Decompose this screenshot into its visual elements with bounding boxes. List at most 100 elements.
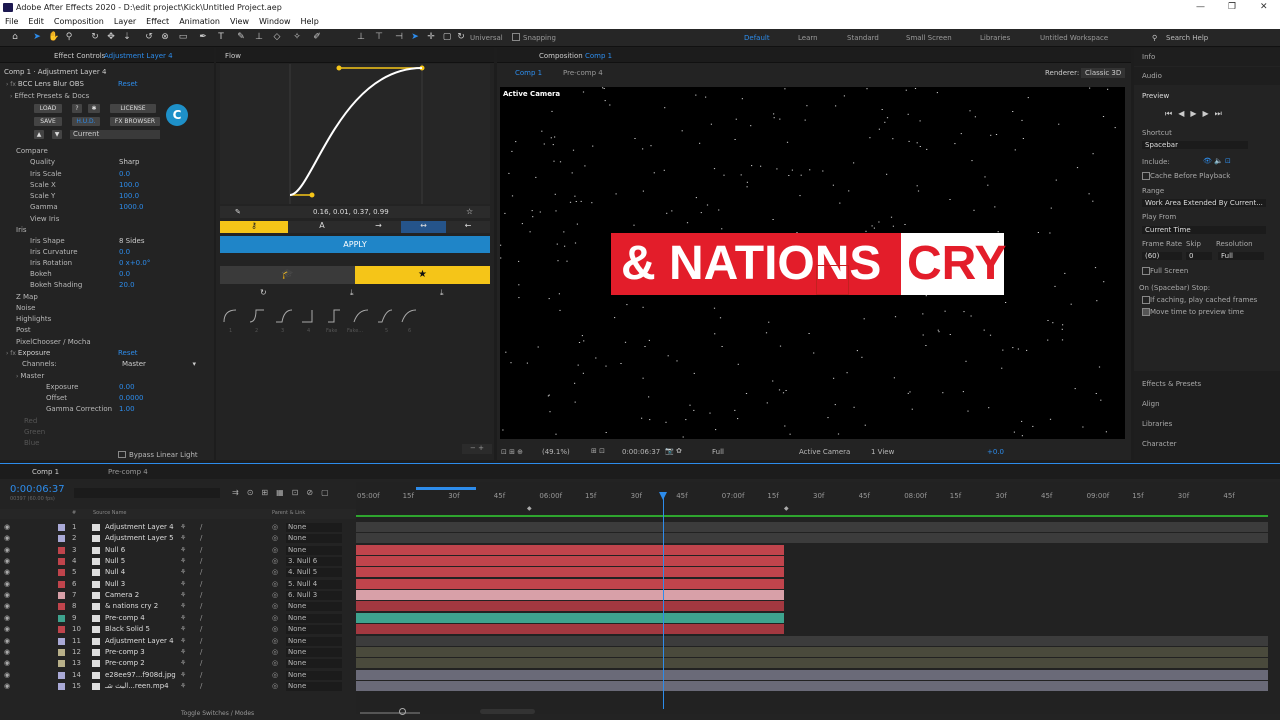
footer-timecode[interactable]: 0:00:06:37 xyxy=(622,448,660,456)
param-value-11[interactable]: 0.0 xyxy=(119,270,130,278)
import-icon[interactable]: ⤓ xyxy=(350,288,354,298)
rotate-tool-icon[interactable]: ↺ xyxy=(144,32,154,42)
param-6[interactable]: View Iris xyxy=(30,215,59,223)
fx-switch-icon[interactable]: / xyxy=(200,580,202,588)
shy-icon[interactable]: ⚘ xyxy=(180,546,186,554)
preset-down-button[interactable]: ▼ xyxy=(52,130,62,139)
param-10[interactable]: Iris Rotation xyxy=(30,259,72,267)
menu-composition[interactable]: Composition xyxy=(49,15,109,29)
fx-switch-icon[interactable]: / xyxy=(200,602,202,610)
menu-view[interactable]: View xyxy=(225,15,254,29)
shy-icon[interactable]: ⚘ xyxy=(180,580,186,588)
marker-2-icon[interactable]: ◆ xyxy=(784,505,789,512)
parent-dropdown[interactable]: None xyxy=(286,534,342,544)
layer-row[interactable]: ◉ 9 Pre-comp 4 ⚘ / ◎ None xyxy=(0,613,356,624)
orbit-tool-icon[interactable]: ↻ xyxy=(90,32,100,42)
snap-icon[interactable]: ↻ xyxy=(456,32,466,42)
flow-curve-area[interactable] xyxy=(220,64,490,204)
ease-both-button[interactable]: ↔ xyxy=(401,221,446,233)
parent-dropdown[interactable]: None xyxy=(286,613,342,623)
label-color[interactable] xyxy=(58,614,65,622)
workspace-untitled[interactable]: Untitled Workspace xyxy=(1040,34,1108,42)
pickwhip-icon[interactable]: ◎ xyxy=(272,523,278,531)
dolly-tool-icon[interactable]: ⇣ xyxy=(122,32,132,42)
fx-switch-icon[interactable]: / xyxy=(200,637,202,645)
menu-edit[interactable]: Edit xyxy=(23,15,49,29)
bypass-checkbox[interactable] xyxy=(118,451,126,458)
selection-tool-icon[interactable]: ➤ xyxy=(32,32,42,42)
layer-bar[interactable] xyxy=(356,680,1268,691)
footer-icons[interactable]: ⊡ ⊞ ⊕ xyxy=(501,448,523,456)
fx-switch-icon[interactable]: / xyxy=(200,614,202,622)
effects-presets-tab[interactable]: Effects & Presets xyxy=(1142,380,1201,388)
layer-name[interactable]: Pre-comp 2 xyxy=(105,659,145,667)
world-axis-icon[interactable]: ✛ xyxy=(426,32,436,42)
shy-icon[interactable]: ⚘ xyxy=(180,568,186,576)
layer-name[interactable]: Adjustment Layer 4 xyxy=(105,523,174,531)
label-color[interactable] xyxy=(58,603,65,611)
offset-value[interactable]: 0.0000 xyxy=(119,394,144,402)
eye-icon[interactable]: ◉ xyxy=(4,637,10,645)
shy-icon[interactable]: ⚘ xyxy=(180,637,186,645)
param-value-5[interactable]: 1000.0 xyxy=(119,203,144,211)
fx-exposure-header[interactable]: › fx Exposure xyxy=(6,349,50,357)
menu-window[interactable]: Window xyxy=(254,15,296,29)
frame-rate-dropdown[interactable]: (60) xyxy=(1142,252,1182,260)
layer-row[interactable]: ◉ 3 Null 6 ⚘ / ◎ None xyxy=(0,545,356,556)
workspace-libraries[interactable]: Libraries xyxy=(980,34,1010,42)
eye-icon[interactable]: ◉ xyxy=(4,648,10,656)
layer-name[interactable]: Null 3 xyxy=(105,580,125,588)
timeline-switch-icons[interactable]: ⇉⊙⊞▦⊡⊘▢ xyxy=(232,488,337,497)
zoom-slider[interactable] xyxy=(360,712,420,714)
parent-dropdown[interactable]: None xyxy=(286,636,342,646)
layer-name[interactable]: Adjustment Layer 5 xyxy=(105,534,174,542)
info-tab[interactable]: Info xyxy=(1142,53,1155,61)
ease-key-button[interactable]: ⚷ xyxy=(220,221,288,233)
timeline-tab-precomp4[interactable]: Pre-comp 4 xyxy=(108,468,148,476)
resolution-dropdown[interactable]: Full xyxy=(712,448,724,456)
timeline-search-input[interactable] xyxy=(74,488,220,498)
presets-star-icon[interactable]: ★ xyxy=(355,266,490,284)
gamma-correction-value[interactable]: 1.00 xyxy=(119,405,135,413)
parent-dropdown[interactable]: None xyxy=(286,647,342,657)
menu-layer[interactable]: Layer xyxy=(109,15,141,29)
view-axis-icon[interactable]: ▢ xyxy=(442,32,452,42)
param-17[interactable]: PixelChooser / Mocha xyxy=(16,338,91,346)
effect-controls-tab[interactable]: Effect Controls xyxy=(54,52,105,60)
pickwhip-icon[interactable]: ◎ xyxy=(272,580,278,588)
pickwhip-icon[interactable]: ◎ xyxy=(272,659,278,667)
shy-icon[interactable]: ⚘ xyxy=(180,671,186,679)
snapping-checkbox[interactable] xyxy=(512,33,520,41)
label-color[interactable] xyxy=(58,569,65,577)
eye-icon[interactable]: ◉ xyxy=(4,523,10,531)
renderer-value[interactable]: Classic 3D xyxy=(1081,68,1126,78)
clone-tool-icon[interactable]: ⊥ xyxy=(254,32,264,42)
download-icon[interactable]: ⤓ xyxy=(440,288,444,298)
edit-icon[interactable]: ✎ xyxy=(235,208,241,216)
parent-dropdown[interactable]: 6. Null 3 xyxy=(286,591,342,601)
shy-icon[interactable]: ⚘ xyxy=(180,682,186,690)
layer-bar[interactable] xyxy=(356,624,784,635)
fx-switch-icon[interactable]: / xyxy=(200,659,202,667)
param-16[interactable]: Post xyxy=(16,326,31,334)
param-14[interactable]: Noise xyxy=(16,304,35,312)
layer-row[interactable]: ◉ 2 Adjustment Layer 5 ⚘ / ◎ None xyxy=(0,533,356,544)
eye-icon[interactable]: ◉ xyxy=(4,602,10,610)
label-color[interactable] xyxy=(58,626,65,634)
character-tab[interactable]: Character xyxy=(1142,440,1177,448)
parent-dropdown[interactable]: None xyxy=(286,659,342,669)
include-video-icon[interactable]: 👁 🔈 ⊡ xyxy=(1203,157,1231,165)
layer-bounding-box[interactable] xyxy=(816,265,849,295)
preset-current-field[interactable]: Current xyxy=(70,130,160,139)
align-center-icon[interactable]: ⊤ xyxy=(374,32,384,42)
layer-row[interactable]: ◉ 1 Adjustment Layer 4 ⚘ / ◎ None xyxy=(0,522,356,533)
hand-tool-icon[interactable]: ✋ xyxy=(48,32,59,42)
layer-bar[interactable] xyxy=(356,556,784,567)
parent-dropdown[interactable]: 4. Null 5 xyxy=(286,568,342,578)
align-right-icon[interactable]: ⊣ xyxy=(394,32,404,42)
fx-switch-icon[interactable]: / xyxy=(200,591,202,599)
playback-controls[interactable]: ⏮◀▶▶⏭ xyxy=(1165,109,1228,119)
layer-bar[interactable] xyxy=(356,646,1268,657)
roto-tool-icon[interactable]: ✧ xyxy=(292,32,302,42)
resolution-dropdown[interactable]: Full xyxy=(1218,252,1264,260)
